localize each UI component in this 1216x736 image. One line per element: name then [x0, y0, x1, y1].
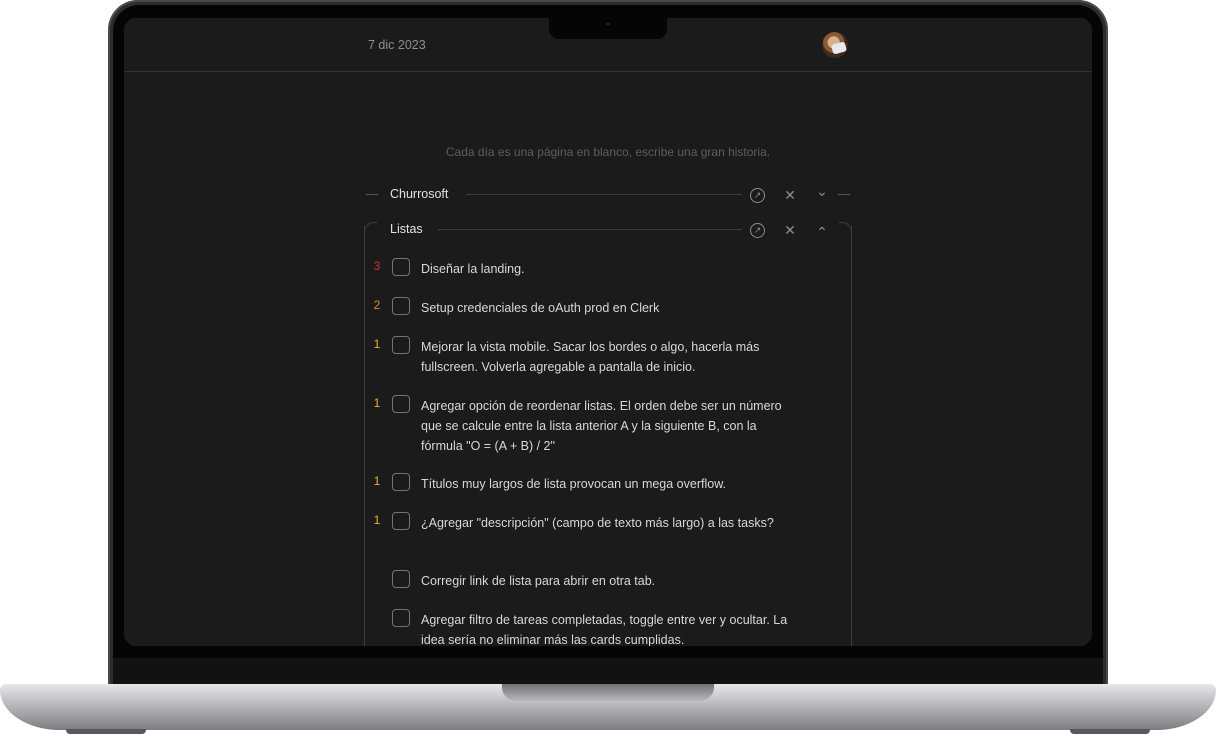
task-text[interactable]: Diseñar la landing.	[421, 259, 801, 279]
camera-icon	[606, 22, 610, 26]
divider	[838, 194, 850, 195]
task-priority: 1	[373, 396, 381, 410]
app-screen: 7 dic 2023 Cada día es una página en bla…	[124, 18, 1092, 646]
task-checkbox[interactable]	[392, 336, 410, 354]
laptop-foot	[1070, 729, 1150, 734]
section-title[interactable]: Listas	[390, 222, 423, 236]
task-checkbox[interactable]	[392, 473, 410, 491]
divider	[466, 194, 742, 195]
task-checkbox[interactable]	[392, 570, 410, 588]
task-checkbox[interactable]	[392, 609, 410, 627]
laptop-foot	[66, 729, 146, 734]
arrow-up-right-circle-icon[interactable]: ↗	[750, 223, 765, 238]
task-checkbox[interactable]	[392, 258, 410, 276]
laptop-opening-groove	[502, 684, 714, 701]
task-text[interactable]: Mejorar la vista mobile. Sacar los borde…	[421, 337, 801, 377]
task-text[interactable]: Títulos muy largos de lista provocan un …	[421, 474, 801, 494]
task-text[interactable]: Corregir link de lista para abrir en otr…	[421, 571, 801, 591]
journal-placeholder[interactable]: Cada día es una página en blanco, escrib…	[124, 145, 1092, 159]
divider	[438, 229, 742, 230]
task-priority: 2	[373, 298, 381, 312]
divider	[366, 194, 378, 195]
task-priority: 1	[373, 513, 381, 527]
task-text[interactable]: ¿Agregar "descripción" (campo de texto m…	[421, 513, 801, 533]
chevron-up-icon[interactable]: ⌃	[813, 223, 831, 241]
section-churrosoft[interactable]: Churrosoft ↗ ✕ ⌄	[366, 182, 852, 206]
task-text[interactable]: Agregar opción de reordenar listas. El o…	[421, 396, 801, 456]
date-label: 7 dic 2023	[368, 38, 426, 52]
task-priority: 1	[373, 337, 381, 351]
chevron-down-icon[interactable]: ⌄	[813, 182, 831, 200]
task-checkbox[interactable]	[392, 512, 410, 530]
close-icon[interactable]: ✕	[781, 186, 799, 204]
task-priority: 3	[373, 259, 381, 273]
avatar[interactable]	[822, 32, 848, 58]
task-text[interactable]: Agregar filtro de tareas completadas, to…	[421, 610, 801, 646]
section-title[interactable]: Churrosoft	[390, 187, 448, 201]
task-checkbox[interactable]	[392, 395, 410, 413]
screen-chin	[113, 658, 1103, 684]
arrow-up-right-circle-icon[interactable]: ↗	[750, 188, 765, 203]
close-icon[interactable]: ✕	[781, 221, 799, 239]
task-priority: 1	[373, 474, 381, 488]
section-listas[interactable]: Listas ↗ ✕ ⌃	[366, 219, 852, 241]
task-text[interactable]: Setup credenciales de oAuth prod en Cler…	[421, 298, 801, 318]
task-checkbox[interactable]	[392, 297, 410, 315]
